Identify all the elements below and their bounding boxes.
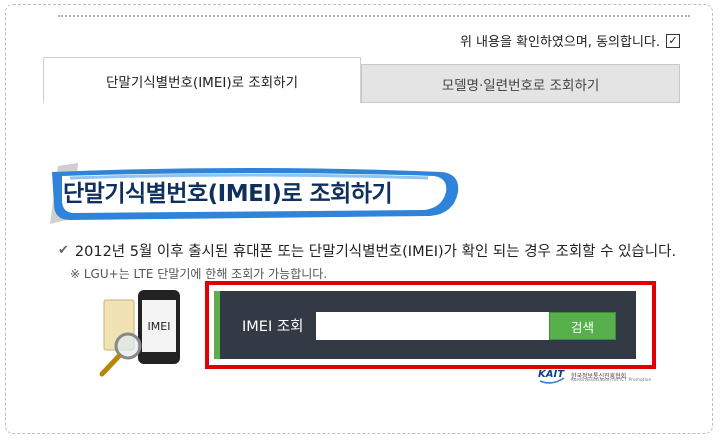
agree-checkbox[interactable]: ✓ <box>666 33 680 48</box>
panel-accent-stripe <box>214 291 220 359</box>
kait-logo-org-en: Korea Association for ICT Promotion <box>571 378 652 383</box>
tab-bar: 단말기식별번호(IMEI)로 조회하기 모델명·일련번호로 조회하기 <box>43 57 680 103</box>
section-title: 단말기식별번호(IMEI)로 조회하기 <box>63 181 393 207</box>
notice-line: ✔ 2012년 5월 이후 출시된 휴대폰 또는 단말기식별번호(IMEI)가 … <box>58 240 676 261</box>
notice-text: 2012년 5월 이후 출시된 휴대폰 또는 단말기식별번호(IMEI)가 확인… <box>74 244 677 260</box>
search-button[interactable]: 검색 <box>549 312 616 340</box>
agree-row: 위 내용을 확인하였으며, 동의합니다. ✓ <box>460 31 680 50</box>
sub-note: ※ LGU+는 LTE 단말기에 한해 조회가 가능합니다. <box>70 267 328 281</box>
imei-input[interactable] <box>316 312 550 340</box>
tab-imei-label: 단말기식별번호(IMEI)로 조회하기 <box>105 74 298 91</box>
dotted-divider <box>58 15 690 17</box>
agree-text: 위 내용을 확인하였으며, 동의합니다. <box>459 35 660 50</box>
tab-model-serial[interactable]: 모델명·일련번호로 조회하기 <box>361 64 680 103</box>
kait-logo-name: KAIT <box>538 369 565 380</box>
phone-imei-label: IMEI <box>148 320 171 333</box>
checkmark-icon: ✔ <box>58 243 69 258</box>
tab-imei[interactable]: 단말기식별번호(IMEI)로 조회하기 <box>43 57 361 103</box>
check-icon: ✓ <box>668 34 678 47</box>
imei-search-label: IMEI 조회 <box>242 319 304 335</box>
phone-magnifier-illustration: IMEI <box>99 290 180 377</box>
tab-underline <box>361 102 680 103</box>
tab-model-serial-label: 모델명·일련번호로 조회하기 <box>441 77 600 94</box>
magnifier-handle <box>99 353 122 377</box>
